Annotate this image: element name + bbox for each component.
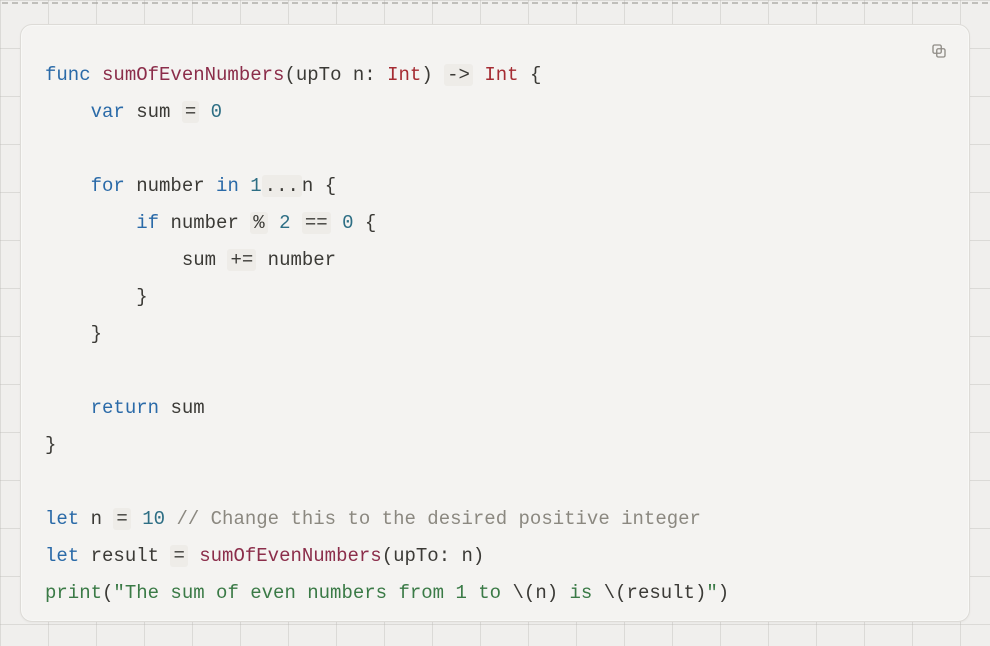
token-punct (256, 249, 267, 271)
token-funcname: sumOfEvenNumbers (102, 64, 284, 86)
token-param: upTo (296, 64, 342, 86)
copy-button[interactable] (925, 39, 953, 67)
token-ident: result (627, 582, 695, 604)
token-punct (188, 545, 199, 567)
token-punct: { (365, 212, 376, 234)
token-punct: ( (382, 545, 393, 567)
token-ident: n (535, 582, 546, 604)
token-punct: ) (718, 582, 729, 604)
page-top-dashed-border (2, 2, 988, 10)
token-ident: n (91, 508, 102, 530)
copy-icon (930, 42, 948, 65)
token-punct (433, 64, 444, 86)
code-content: func sumOfEvenNumbers(upTo n: Int) -> In… (45, 57, 945, 612)
token-op-box: = (113, 508, 130, 530)
token-punct (170, 101, 181, 123)
token-number: 1 (250, 175, 261, 197)
token-punct: } (45, 434, 56, 456)
token-ident: n (462, 545, 473, 567)
token-punct: { (325, 175, 336, 197)
token-ident: sum (170, 397, 204, 419)
token-keyword: let (45, 545, 91, 567)
token-ident: number (136, 175, 204, 197)
token-op-box: ... (262, 175, 302, 197)
token-ident: number (268, 249, 336, 271)
token-op-box: == (302, 212, 331, 234)
token-punct (239, 212, 250, 234)
token-ident: sum (182, 249, 216, 271)
token-punct (313, 175, 324, 197)
token-number: 0 (211, 101, 222, 123)
token-punct: \( (604, 582, 627, 604)
token-string: " (706, 582, 717, 604)
token-punct: ) (547, 582, 558, 604)
token-ident: result (91, 545, 159, 567)
token-keyword: let (45, 508, 91, 530)
token-punct: ( (284, 64, 295, 86)
token-string: "The sum of even numbers from 1 to (113, 582, 512, 604)
token-number: 10 (142, 508, 165, 530)
token-punct: { (530, 64, 541, 86)
token-punct (473, 64, 484, 86)
token-keyword: var (91, 101, 137, 123)
token-type: Int (484, 64, 518, 86)
token-op-box: % (250, 212, 267, 234)
token-param: n (353, 64, 364, 86)
token-op-box: = (170, 545, 187, 567)
token-punct (268, 212, 279, 234)
token-callname: sumOfEvenNumbers (199, 545, 381, 567)
token-punct (45, 397, 91, 419)
token-ident: sum (136, 101, 170, 123)
token-punct (45, 212, 136, 234)
token-punct (165, 508, 176, 530)
code-block-card: func sumOfEvenNumbers(upTo n: Int) -> In… (20, 24, 970, 622)
token-punct (450, 545, 461, 567)
token-punct (331, 212, 342, 234)
token-punct (45, 175, 91, 197)
token-builtin: print (45, 582, 102, 604)
token-keyword: return (91, 397, 171, 419)
token-punct (205, 175, 216, 197)
token-keyword: func (45, 64, 102, 86)
token-punct (45, 323, 91, 345)
token-punct (159, 545, 170, 567)
token-keyword: if (136, 212, 170, 234)
token-punct: } (91, 323, 102, 345)
token-argname: upTo (393, 545, 439, 567)
token-number: 2 (279, 212, 290, 234)
token-punct (354, 212, 365, 234)
token-keyword: for (91, 175, 137, 197)
token-punct: : (439, 545, 450, 567)
token-punct: } (136, 286, 147, 308)
token-punct (131, 508, 142, 530)
token-punct (341, 64, 352, 86)
token-punct (216, 249, 227, 271)
token-string: is (558, 582, 604, 604)
token-punct (45, 286, 136, 308)
token-punct: ( (102, 582, 113, 604)
token-punct: \( (513, 582, 536, 604)
token-ident: number (170, 212, 238, 234)
token-op-box: -> (444, 64, 473, 86)
token-punct (45, 249, 182, 271)
token-punct: ) (473, 545, 484, 567)
token-punct (45, 101, 91, 123)
token-punct: : (364, 64, 375, 86)
token-comment: // Change this to the desired positive i… (176, 508, 701, 530)
token-punct (290, 212, 301, 234)
token-op-box: = (182, 101, 199, 123)
token-punct: ) (695, 582, 706, 604)
token-punct (199, 101, 210, 123)
token-op-box: += (227, 249, 256, 271)
token-ident: n (302, 175, 313, 197)
token-punct (102, 508, 113, 530)
token-type: Int (387, 64, 421, 86)
token-punct (376, 64, 387, 86)
token-punct (519, 64, 530, 86)
token-keyword: in (216, 175, 250, 197)
token-punct: ) (421, 64, 432, 86)
token-number: 0 (342, 212, 353, 234)
